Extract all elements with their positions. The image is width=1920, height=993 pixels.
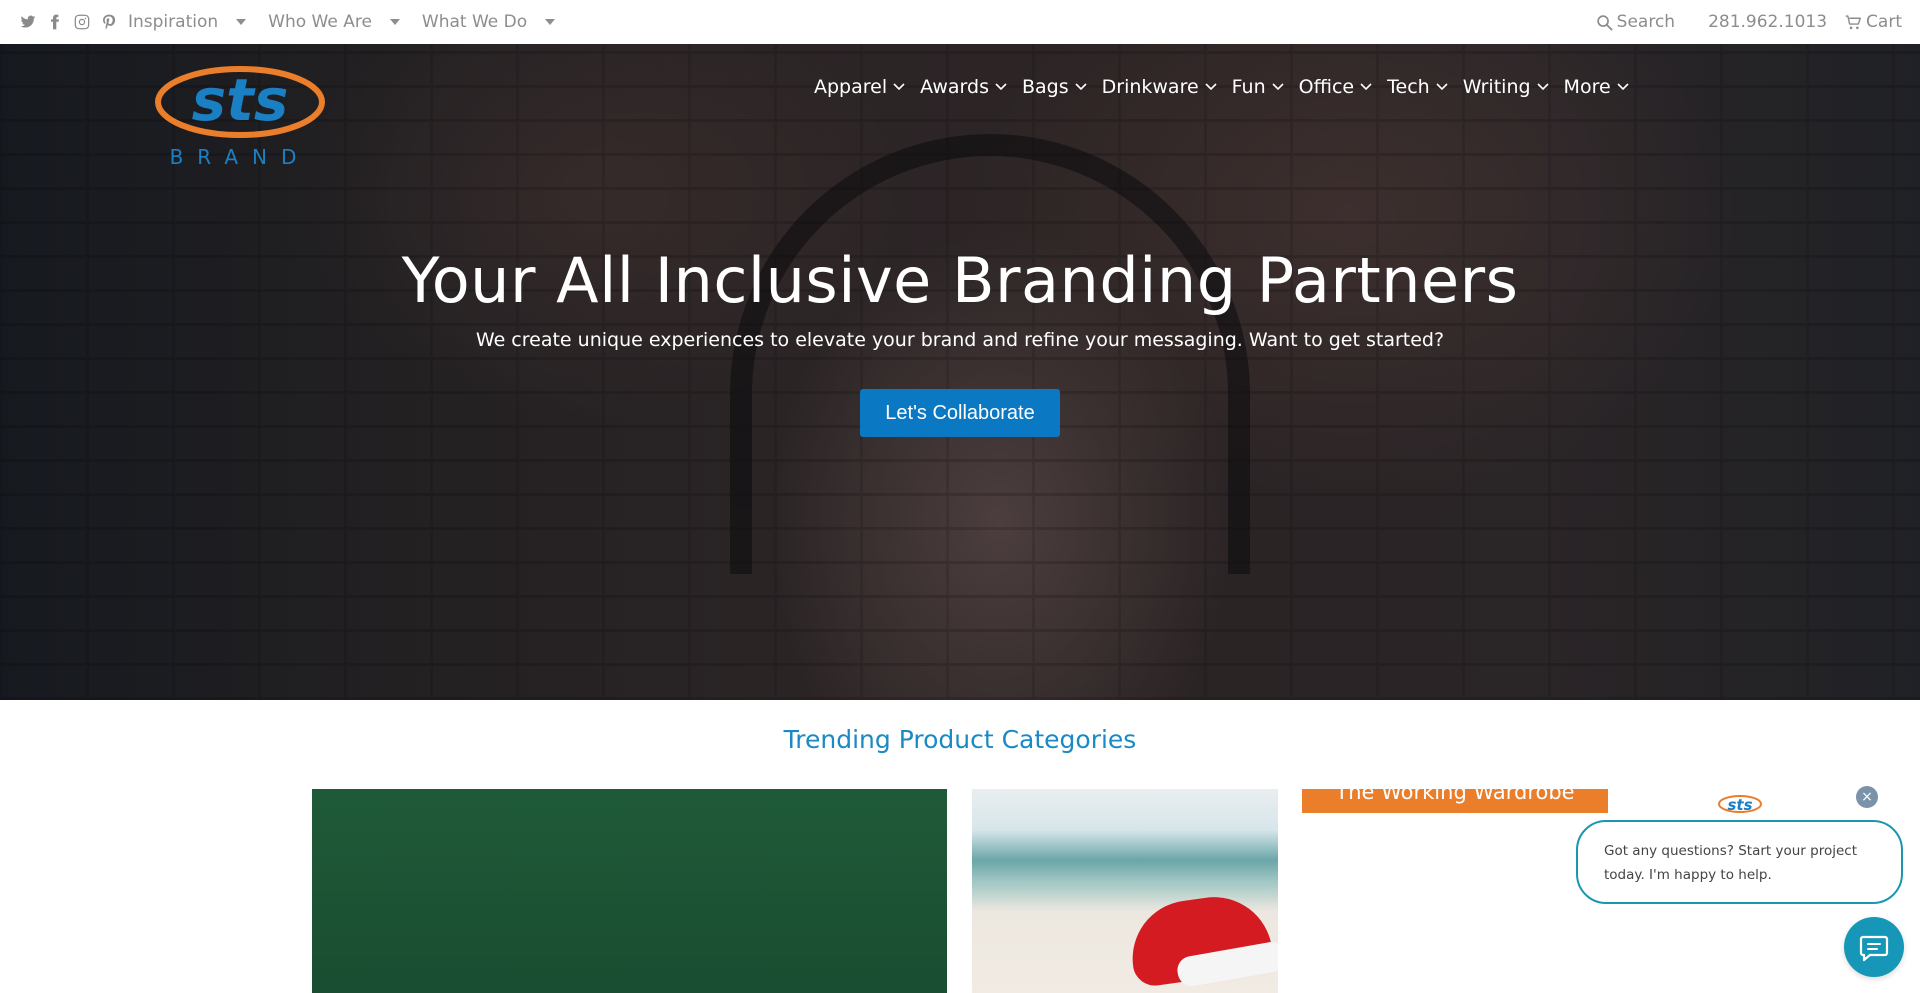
category-card-1[interactable] bbox=[312, 789, 947, 993]
nav-item-tech[interactable]: Tech bbox=[1387, 76, 1448, 98]
nav-item-office[interactable]: Office bbox=[1299, 76, 1372, 98]
chat-close-button[interactable]: × bbox=[1856, 786, 1878, 808]
cart-icon bbox=[1845, 14, 1861, 29]
cart-link[interactable]: Cart bbox=[1845, 12, 1902, 32]
search-icon bbox=[1596, 14, 1613, 31]
chat-message-bubble[interactable]: Got any questions? Start your project to… bbox=[1576, 820, 1903, 904]
chevron-down-icon bbox=[1617, 83, 1629, 91]
top-nav-inspiration[interactable]: Inspiration bbox=[128, 12, 247, 32]
chat-launcher-button[interactable] bbox=[1844, 917, 1904, 977]
chevron-down-icon bbox=[893, 83, 905, 91]
nav-item-label: More bbox=[1563, 76, 1611, 98]
nav-item-label: Apparel bbox=[814, 76, 888, 98]
logo-subtext: BRAND bbox=[170, 145, 311, 168]
chevron-down-icon bbox=[1075, 83, 1087, 91]
facebook-icon[interactable] bbox=[46, 13, 64, 31]
social-links bbox=[19, 13, 118, 31]
nav-item-bags[interactable]: Bags bbox=[1022, 76, 1087, 98]
chevron-down-icon bbox=[1436, 83, 1448, 91]
nav-item-label: Tech bbox=[1387, 76, 1430, 98]
nav-item-label: Awards bbox=[920, 76, 989, 98]
category-card-label: The Working Wardrobe bbox=[1335, 789, 1575, 804]
cart-label: Cart bbox=[1866, 12, 1902, 32]
trending-section-title: Trending Product Categories bbox=[783, 725, 1137, 754]
nav-item-label: Drinkware bbox=[1101, 76, 1199, 98]
nav-item-label: Fun bbox=[1231, 76, 1266, 98]
nav-item-awards[interactable]: Awards bbox=[920, 76, 1007, 98]
sts-brand-logo[interactable]: sts BRAND bbox=[154, 62, 326, 168]
nav-item-label: Writing bbox=[1462, 76, 1531, 98]
nav-item-apparel[interactable]: Apparel bbox=[814, 76, 905, 98]
nav-item-fun[interactable]: Fun bbox=[1232, 76, 1284, 98]
chevron-down-icon bbox=[1272, 83, 1284, 91]
lets-collaborate-button[interactable]: Let's Collaborate bbox=[860, 389, 1060, 437]
chevron-down-icon bbox=[1205, 83, 1217, 91]
top-nav-label: Who We Are bbox=[268, 12, 372, 32]
search-link[interactable]: Search bbox=[1596, 12, 1675, 32]
phone-number: 281.962.1013 bbox=[1708, 12, 1828, 32]
category-card-2[interactable] bbox=[972, 789, 1278, 993]
caret-down-icon bbox=[545, 19, 556, 25]
category-card-working-wardrobe[interactable]: The Working Wardrobe bbox=[1302, 789, 1608, 813]
main-nav: Apparel Awards Bags Drinkware Fun Office… bbox=[814, 76, 1644, 98]
nav-item-more[interactable]: More bbox=[1564, 76, 1629, 98]
chevron-down-icon bbox=[1360, 83, 1372, 91]
nav-item-label: Office bbox=[1298, 76, 1355, 98]
chat-message-text: Got any questions? Start your project to… bbox=[1604, 843, 1857, 883]
top-right-links: Search 281.962.1013 Cart bbox=[1596, 0, 1902, 44]
caret-down-icon bbox=[389, 19, 400, 25]
top-nav: Inspiration Who We Are What We Do bbox=[128, 12, 577, 32]
top-nav-label: Inspiration bbox=[128, 12, 219, 32]
hero-title: Your All Inclusive Branding Partners bbox=[401, 244, 1519, 317]
phone-link[interactable]: 281.962.1013 bbox=[1708, 12, 1827, 32]
logo-text: sts bbox=[192, 66, 289, 134]
top-nav-label: What We Do bbox=[421, 12, 528, 32]
hero-banner: sts BRAND Apparel Awards Bags Drinkware … bbox=[0, 44, 1920, 700]
instagram-icon[interactable] bbox=[73, 13, 91, 31]
chevron-down-icon bbox=[1536, 83, 1549, 91]
nav-item-writing[interactable]: Writing bbox=[1463, 76, 1549, 98]
twitter-icon[interactable] bbox=[19, 13, 37, 31]
nav-item-label: Bags bbox=[1021, 76, 1069, 98]
top-nav-what-we-do[interactable]: What We Do bbox=[421, 12, 556, 32]
top-utility-bar: Inspiration Who We Are What We Do Search… bbox=[0, 0, 1920, 44]
chat-bubble-icon bbox=[1859, 935, 1889, 962]
top-nav-who-we-are[interactable]: Who We Are bbox=[268, 12, 400, 32]
chat-logo-text: sts bbox=[1727, 796, 1752, 814]
caret-down-icon bbox=[236, 19, 247, 25]
chat-brand-logo: sts bbox=[1718, 795, 1762, 814]
hero-subtitle: We create unique experiences to elevate … bbox=[475, 329, 1445, 351]
search-label: Search bbox=[1616, 12, 1676, 32]
nav-item-drinkware[interactable]: Drinkware bbox=[1102, 76, 1217, 98]
chevron-down-icon bbox=[995, 83, 1007, 91]
pinterest-icon[interactable] bbox=[100, 13, 118, 31]
